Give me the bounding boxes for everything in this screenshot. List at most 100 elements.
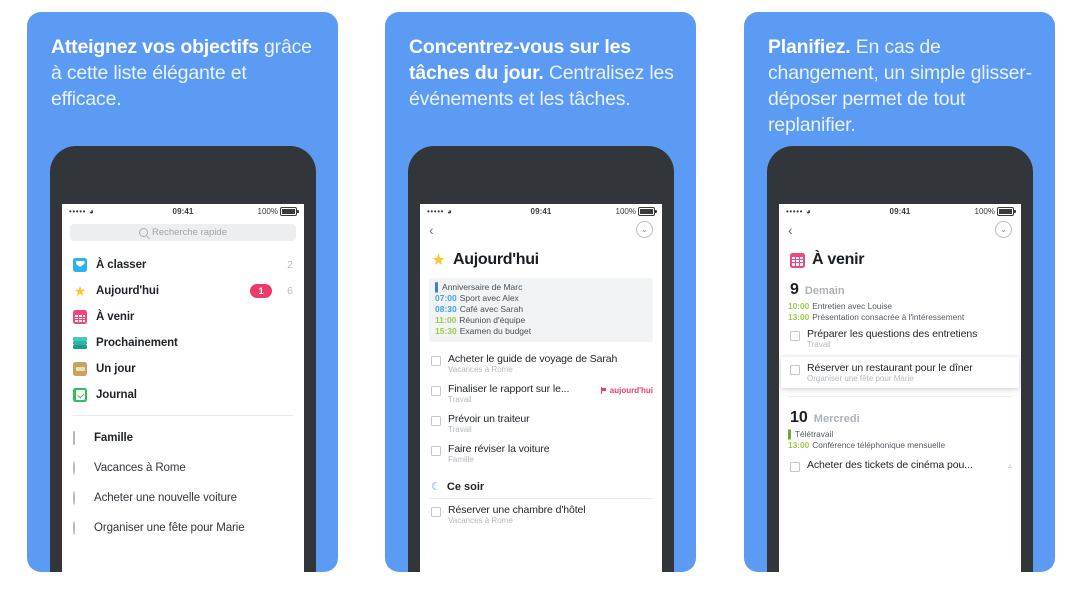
sidebar-item-a-venir[interactable]: À venir [62, 304, 304, 330]
chevron-down-icon[interactable]: ⌄ [995, 221, 1012, 238]
sidebar-project-label: Vacances à Rome [94, 462, 186, 474]
day-number: 9 [790, 281, 799, 298]
sidebar-item-label: À venir [96, 311, 135, 323]
sidebar-item-journal[interactable]: Journal [62, 382, 304, 408]
phone-screen-3: ••••• ◕ 09:41 100% ‹ ⌄ À venir 9 Demain … [779, 204, 1021, 572]
event-time: 07:00 [435, 293, 457, 303]
search-placeholder: Recherche rapide [152, 227, 227, 238]
day-events: ▌Télétravail 13:00 Conférence téléphoniqu… [779, 429, 1021, 451]
search-input[interactable]: Recherche rapide [70, 224, 296, 241]
task-body: Acheter des tickets de cinéma pou... [807, 459, 997, 471]
event-row[interactable]: ▌Télétravail [788, 429, 1012, 440]
task-subtitle: Travail [448, 395, 472, 404]
pie-progress-icon [73, 461, 85, 475]
event-row[interactable]: 15:30 Examen du budget [435, 326, 647, 337]
chevron-down-icon[interactable]: ⌄ [636, 221, 653, 238]
battery-icon [638, 207, 657, 216]
event-text: Télétravail [794, 429, 834, 439]
event-row[interactable]: 13:00 Présentation consacrée à l'intéress… [788, 312, 1012, 323]
event-row[interactable]: 13:00 Conférence téléphonique mensuelle [788, 440, 1012, 451]
task-row[interactable]: Acheter des tickets de cinéma pou... ▵ [779, 451, 1021, 476]
task-title: Faire réviser la voiture [448, 443, 550, 455]
promo-text-2: Concentrez-vous sur les tâches du jour. … [409, 34, 676, 112]
sidebar-item-label: Un jour [96, 363, 136, 375]
journal-icon [73, 388, 87, 402]
sidebar-project-fete-marie[interactable]: Organiser une fête pour Marie [62, 513, 304, 543]
back-chevron-icon[interactable]: ‹ [788, 223, 793, 237]
toolbar-2: ‹ ⌄ [420, 219, 662, 240]
task-row[interactable]: Finaliser le rapport sur le... Travail a… [420, 378, 662, 408]
task-row[interactable]: Réserver une chambre d'hôtel Vacances à … [420, 499, 662, 529]
task-body: Acheter le guide de voyage de Sarah Vaca… [448, 353, 653, 374]
event-row[interactable]: 10:00 Entretien avec Louise [788, 301, 1012, 312]
task-body: Prévoir un traiteur Travail [448, 413, 653, 434]
toolbar-3: ‹ ⌄ [779, 219, 1021, 240]
event-row[interactable]: 07:00 Sport avec Alex [435, 293, 647, 304]
sidebar-item-un-jour[interactable]: Un jour [62, 356, 304, 382]
task-body: Finaliser le rapport sur le... Travail [448, 383, 594, 404]
checkbox[interactable] [431, 356, 441, 366]
event-time: 13:00 [788, 440, 810, 450]
task-title: Finaliser le rapport sur le... [448, 383, 570, 395]
event-row[interactable]: 08:30 Café avec Sarah [435, 304, 647, 315]
due-flag-tag: aujourd'hui [600, 386, 653, 395]
phone-device-2: ••••• ◕ 09:41 100% ‹ ⌄ ★ Aujourd'hui ▌An… [408, 146, 674, 572]
status-bar-3: ••••• ◕ 09:41 100% [779, 204, 1021, 219]
checkbox[interactable] [790, 462, 800, 472]
sidebar-item-label: Journal [96, 389, 137, 401]
back-chevron-icon[interactable]: ‹ [429, 223, 434, 237]
promo-bold-1: Atteignez vos objectifs [51, 36, 259, 58]
promo-panel-2: Concentrez-vous sur les tâches du jour. … [385, 12, 696, 572]
event-row[interactable]: ▌Anniversaire de Marc [435, 282, 647, 293]
promo-text-1: Atteignez vos objectifs grâce à cette li… [51, 34, 318, 112]
status-time-1: 09:41 [172, 207, 194, 216]
sidebar-project-famille[interactable]: Famille [62, 423, 304, 453]
dragging-task-card[interactable]: Réserver un restaurant pour le dîner Org… [781, 357, 1019, 388]
flag-icon [600, 387, 607, 394]
status-bar-2: ••••• ◕ 09:41 100% [420, 204, 662, 219]
checkbox[interactable] [790, 331, 800, 341]
task-row[interactable]: Réserver un restaurant pour le dîner Org… [790, 362, 1010, 383]
phone-device-3: ••••• ◕ 09:41 100% ‹ ⌄ À venir 9 Demain … [767, 146, 1033, 572]
sidebar-item-label: Prochainement [96, 337, 178, 349]
event-text: Entretien avec Louise [812, 301, 893, 311]
day-name: Mercredi [813, 413, 860, 425]
sidebar-item-label: Aujourd'hui [96, 285, 159, 297]
task-row[interactable]: Faire réviser la voiture Famille [420, 438, 662, 468]
checkbox[interactable] [431, 416, 441, 426]
sidebar-item-aujourdhui[interactable]: ★ Aujourd'hui 1 6 [62, 278, 304, 304]
promo-text-3: Planifiez. En cas de changement, un simp… [768, 34, 1035, 138]
pie-progress-icon [73, 521, 85, 535]
event-text: Réunion d'équipe [459, 315, 526, 325]
sidebar-project-label: Organiser une fête pour Marie [94, 522, 245, 534]
hex-icon [73, 431, 85, 445]
calendar-icon [73, 310, 87, 324]
checkbox[interactable] [790, 365, 800, 375]
stack-icon [73, 336, 87, 350]
event-text: Conférence téléphonique mensuelle [812, 440, 946, 450]
event-time: 10:00 [788, 301, 810, 311]
task-list-2: Acheter le guide de voyage de Sarah Vaca… [420, 342, 662, 468]
sidebar-item-a-classer[interactable]: À classer 2 [62, 252, 304, 278]
task-subtitle: Organiser une fête pour Marie [807, 374, 914, 383]
promo-bold-3: Planifiez. [768, 36, 851, 58]
event-bar-icon: ▌ [788, 429, 794, 439]
event-row[interactable]: 11:00 Réunion d'équipe [435, 315, 647, 326]
event-text: Café avec Sarah [459, 304, 524, 314]
task-row[interactable]: Préparer les questions des entretiens Tr… [779, 323, 1021, 353]
day-group: 9 Demain 10:00 Entretien avec Louise 13:0… [779, 269, 1021, 388]
task-subtitle: Vacances à Rome [448, 365, 513, 374]
checkbox[interactable] [431, 446, 441, 456]
sidebar-project-acheter-voiture[interactable]: Acheter une nouvelle voiture [62, 483, 304, 513]
task-row[interactable]: Prévoir un traiteur Travail [420, 408, 662, 438]
sidebar-item-count: 2 [287, 259, 293, 271]
sidebar-item-prochainement[interactable]: Prochainement [62, 330, 304, 356]
task-subtitle: Famille [448, 455, 474, 464]
checkbox[interactable] [431, 386, 441, 396]
bell-icon: ▵ [1007, 461, 1012, 470]
sidebar-project-vacances-rome[interactable]: Vacances à Rome [62, 453, 304, 483]
section-title: Ce soir [446, 481, 485, 493]
task-row[interactable]: Acheter le guide de voyage de Sarah Vaca… [420, 348, 662, 378]
checkbox[interactable] [431, 507, 441, 517]
event-text: Sport avec Alex [459, 293, 519, 303]
